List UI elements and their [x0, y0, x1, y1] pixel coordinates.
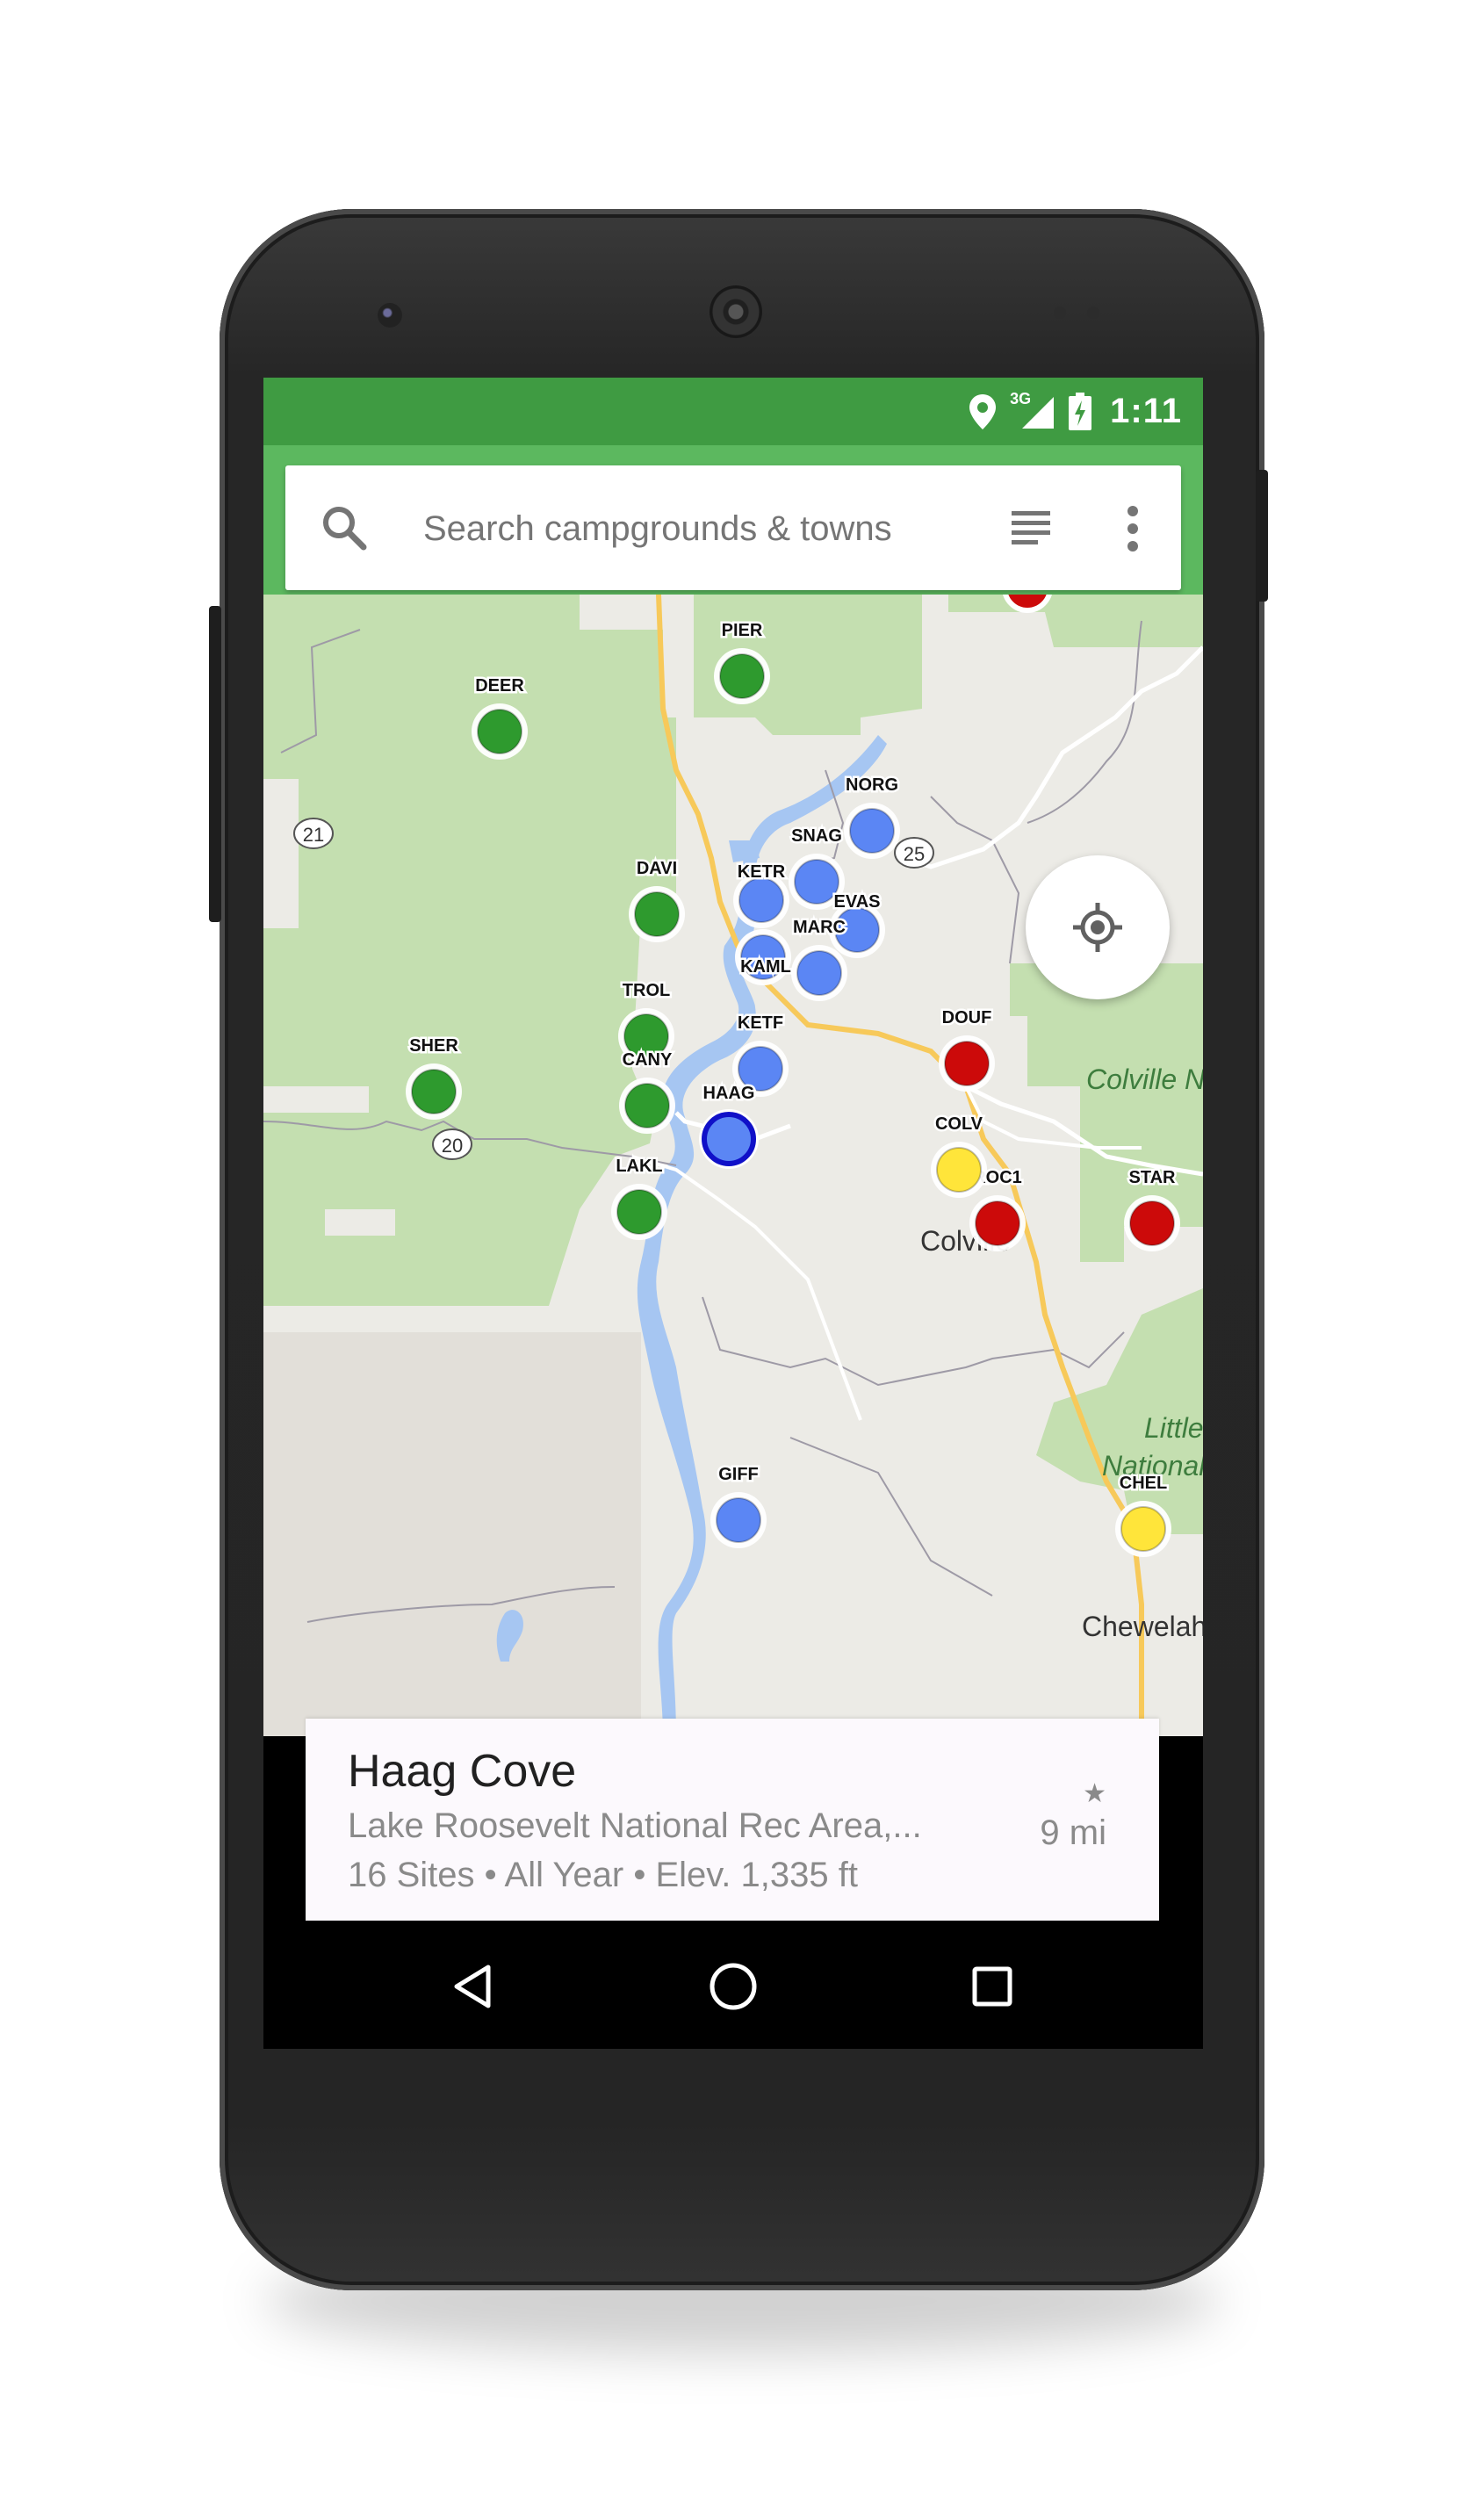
campsite-marker-dot	[719, 653, 765, 699]
campsite-marker-dot	[1129, 1200, 1175, 1246]
location-pin-icon	[968, 393, 998, 430]
campsite-code-label: MARC	[793, 918, 846, 937]
campsite-marker-dot	[936, 1147, 982, 1193]
campground-details: 16 Sites • All Year • Elev. 1,335 ft	[348, 1856, 858, 1894]
campsite-code-label: KAML	[740, 957, 791, 977]
campsite-code-label: TROL	[623, 981, 670, 1000]
campsite-code-label: DEER	[475, 676, 524, 696]
campsite-marker[interactable]: GIFF	[710, 1463, 767, 1548]
volume-button	[209, 606, 221, 922]
campsite-marker[interactable]: HAAG	[699, 1082, 759, 1169]
front-camera	[378, 303, 402, 328]
back-icon	[454, 1965, 491, 2008]
campsite-marker[interactable]: KAML	[735, 929, 793, 985]
campsite-code-label: DOUF	[942, 1008, 992, 1027]
my-location-button[interactable]	[1026, 855, 1170, 999]
campsite-code-label: KETR	[738, 862, 786, 882]
campsite-code-label: SNAG	[791, 826, 842, 846]
campsite-marker-dot	[849, 808, 895, 854]
campsite-marker-dot	[944, 1041, 990, 1086]
campsite-marker-dot	[411, 1069, 457, 1114]
place-label: Colville N	[1086, 1063, 1203, 1095]
crosshair-icon	[1073, 903, 1122, 952]
sensor-left	[1054, 306, 1066, 319]
campground-distance: 9 mi	[1040, 1813, 1106, 1852]
back-button[interactable]	[435, 1947, 514, 2026]
campsite-marker[interactable]: DEER	[472, 674, 528, 760]
sensor-right	[1087, 306, 1099, 319]
power-button	[1256, 470, 1268, 602]
campsite-marker[interactable]: STAR	[1124, 1166, 1180, 1251]
campsite-code-label: HAAG	[703, 1084, 755, 1103]
campsite-marker[interactable]: NORG	[844, 774, 901, 859]
campsite-code-label: EVAS	[834, 892, 881, 912]
campsite-code-label: PIER	[722, 621, 763, 640]
campsite-code-label: SHER	[409, 1036, 458, 1056]
status-bar: 3G 1:11	[263, 378, 1203, 445]
place-label: Little	[1144, 1412, 1203, 1444]
screen: 3G 1:11 Search campgrounds & towns 21 25…	[263, 378, 1203, 2049]
campsite-marker-dot	[716, 1497, 761, 1543]
campsite-marker[interactable]: KETR	[733, 861, 789, 928]
campsite-marker[interactable]: MARC	[791, 916, 848, 1001]
search-icon[interactable]	[321, 504, 368, 556]
app-bar	[263, 445, 1203, 595]
recents-button[interactable]	[953, 1947, 1032, 2026]
network-type: 3G	[1010, 389, 1032, 407]
route-shield: 20	[432, 1128, 472, 1160]
campsite-marker[interactable]: CANY	[619, 1049, 675, 1134]
campsite-marker-dot	[1120, 1506, 1166, 1552]
campsite-marker[interactable]: CHEL	[1115, 1472, 1171, 1557]
route-shield-label: 20	[442, 1135, 463, 1157]
recents-icon	[972, 1966, 1012, 2007]
place-label: Chewelah	[1082, 1611, 1203, 1642]
campground-name: Haag Cove	[348, 1746, 577, 1797]
home-button[interactable]	[694, 1947, 773, 2026]
route-shield: 21	[293, 818, 334, 849]
campground-card[interactable]: Haag Cove Lake Roosevelt National Rec Ar…	[306, 1719, 1159, 1921]
campsite-code-label: LAKL	[616, 1157, 662, 1176]
campsite-code-label: COLV	[935, 1114, 983, 1134]
campsite-marker-dot	[634, 891, 680, 937]
clock: 1:11	[1110, 392, 1182, 430]
speaker-grille	[710, 285, 762, 338]
signal-icon: 3G	[1010, 389, 1055, 430]
campsite-marker[interactable]: SHER	[406, 1035, 462, 1120]
list-view-icon[interactable]	[1010, 508, 1052, 552]
campsite-marker-dot	[624, 1083, 670, 1128]
campsite-code-label: KETF	[738, 1013, 783, 1033]
route-shield-label: 21	[303, 824, 324, 846]
campsite-code-label: STAR	[1129, 1168, 1177, 1187]
battery-charging-icon	[1068, 392, 1092, 431]
campsite-marker[interactable]: LAKL	[611, 1155, 667, 1240]
map-canvas[interactable]: 21 25 20 Colville Chewelah Colville N Li…	[263, 595, 1203, 1736]
search-input[interactable]	[421, 497, 917, 560]
campsite-code-label: NORG	[846, 775, 898, 795]
campsite-marker[interactable]: PIER	[714, 619, 770, 704]
campsite-code-label: DAVI	[637, 859, 677, 878]
campsite-marker-dot	[616, 1189, 662, 1235]
navigation-bar	[263, 1921, 1203, 2049]
campsite-code-label: GIFF	[718, 1465, 759, 1484]
campsite-marker-dot	[975, 1200, 1020, 1246]
search-bar[interactable]	[285, 465, 1181, 590]
route-shield-label: 25	[904, 843, 925, 865]
star-icon[interactable]: ★	[1083, 1778, 1106, 1809]
campsite-code-label: CANY	[623, 1050, 673, 1070]
route-shield: 25	[894, 837, 934, 869]
home-icon	[710, 1963, 757, 2010]
campground-area: Lake Roosevelt National Rec Area,...	[348, 1806, 922, 1845]
campsite-marker[interactable]: COLV	[931, 1113, 987, 1198]
campsite-marker-dot	[796, 950, 842, 996]
campsite-marker-dot	[738, 877, 784, 923]
campsite-marker[interactable]: DAVI	[629, 857, 685, 942]
more-options-icon[interactable]	[1124, 505, 1142, 557]
campsite-code-label: CHEL	[1120, 1474, 1167, 1493]
campsite-marker-dot	[794, 859, 839, 905]
campsite-marker-dot	[702, 1112, 756, 1166]
campsite-marker-dot	[477, 709, 522, 754]
map-view[interactable]: 21 25 20 Colville Chewelah Colville N Li…	[263, 595, 1203, 1736]
campsite-marker[interactable]: DOUF	[939, 1006, 995, 1092]
